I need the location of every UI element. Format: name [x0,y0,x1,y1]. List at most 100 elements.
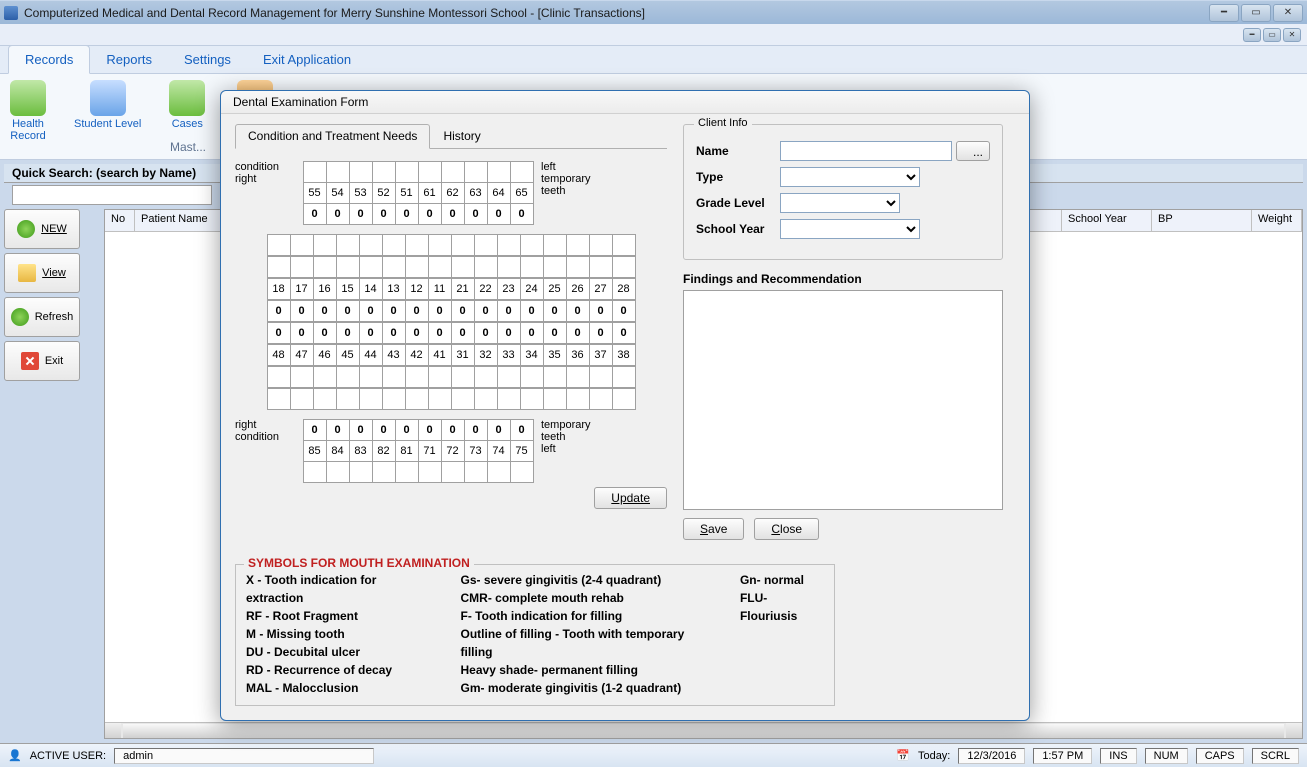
tooth-cell[interactable]: 0 [589,322,613,344]
tooth-cell-empty[interactable] [566,234,590,256]
tooth-cell[interactable]: 0 [510,419,534,441]
tooth-cell-empty[interactable] [451,388,475,410]
tooth-cell-empty[interactable] [267,256,291,278]
tooth-cell-empty[interactable] [566,388,590,410]
tooth-cell[interactable]: 0 [267,300,291,322]
child-close[interactable]: ✕ [1283,28,1301,42]
tooth-cell-empty[interactable] [267,388,291,410]
tooth-cell[interactable]: 0 [441,203,465,225]
tooth-cell-empty[interactable] [267,366,291,388]
tooth-cell[interactable]: 0 [520,300,544,322]
tooth-cell[interactable]: 0 [451,322,475,344]
close-modal-button[interactable]: Close [754,518,819,540]
maximize-button[interactable]: ▭ [1241,4,1271,22]
tooth-cell[interactable]: 0 [464,419,488,441]
type-select[interactable] [780,167,920,187]
tooth-cell[interactable]: 0 [487,203,511,225]
tooth-cell-empty[interactable] [451,366,475,388]
tooth-cell[interactable]: 0 [326,419,350,441]
tooth-cell-empty[interactable] [520,366,544,388]
tooth-cell-empty[interactable] [359,256,383,278]
tooth-cell[interactable]: 0 [428,300,452,322]
tooth-cell-empty[interactable] [395,161,419,183]
ribbon-health-record[interactable]: Health Record [10,80,46,155]
tooth-cell[interactable]: 0 [566,322,590,344]
tooth-cell-empty[interactable] [510,461,534,483]
tooth-cell[interactable]: 0 [290,322,314,344]
tooth-cell-empty[interactable] [441,461,465,483]
view-button[interactable]: View [4,253,80,293]
tooth-cell-empty[interactable] [428,234,452,256]
tooth-cell[interactable]: 0 [520,322,544,344]
new-button[interactable]: NEW [4,209,80,249]
tooth-cell-empty[interactable] [520,256,544,278]
tooth-cell-empty[interactable] [303,461,327,483]
tooth-cell-empty[interactable] [497,366,521,388]
tooth-cell-empty[interactable] [428,388,452,410]
tooth-cell[interactable]: 0 [395,203,419,225]
tooth-cell-empty[interactable] [612,388,636,410]
tooth-cell-empty[interactable] [543,234,567,256]
tooth-cell-empty[interactable] [405,234,429,256]
tab-condition[interactable]: Condition and Treatment Needs [235,124,430,149]
tooth-cell-empty[interactable] [267,234,291,256]
tooth-cell-empty[interactable] [336,388,360,410]
tooth-cell[interactable]: 0 [566,300,590,322]
tooth-cell-empty[interactable] [336,366,360,388]
tab-records[interactable]: Records [8,45,90,74]
tooth-cell-empty[interactable] [510,161,534,183]
tooth-cell-empty[interactable] [418,161,442,183]
th-weight[interactable]: Weight [1252,210,1302,231]
tooth-cell[interactable]: 0 [359,322,383,344]
tooth-cell[interactable]: 0 [543,322,567,344]
tooth-cell[interactable]: 0 [510,203,534,225]
tooth-cell[interactable]: 0 [441,419,465,441]
quick-search-input[interactable] [12,185,212,205]
tooth-cell[interactable]: 0 [326,203,350,225]
tooth-cell-empty[interactable] [589,366,613,388]
tooth-cell[interactable]: 0 [303,203,327,225]
tooth-cell-empty[interactable] [290,366,314,388]
tooth-cell-empty[interactable] [405,366,429,388]
tooth-cell[interactable]: 0 [313,300,337,322]
tooth-cell[interactable]: 0 [405,322,429,344]
tab-reports[interactable]: Reports [90,46,168,73]
tooth-cell-empty[interactable] [359,388,383,410]
tooth-cell[interactable]: 0 [290,300,314,322]
tooth-cell[interactable]: 0 [349,203,373,225]
th-bp[interactable]: BP [1152,210,1252,231]
tooth-cell-empty[interactable] [474,234,498,256]
tooth-cell-empty[interactable] [290,256,314,278]
tooth-cell-empty[interactable] [464,161,488,183]
tooth-cell[interactable]: 0 [497,300,521,322]
tooth-cell-empty[interactable] [543,388,567,410]
tooth-cell[interactable]: 0 [612,322,636,344]
tooth-cell[interactable]: 0 [336,322,360,344]
tooth-cell-empty[interactable] [303,161,327,183]
tooth-cell[interactable]: 0 [487,419,511,441]
tooth-cell[interactable]: 0 [359,300,383,322]
tooth-cell[interactable]: 0 [464,203,488,225]
close-button[interactable]: ✕ [1273,4,1303,22]
tooth-cell-empty[interactable] [405,256,429,278]
tooth-cell-empty[interactable] [474,256,498,278]
tooth-cell-empty[interactable] [428,256,452,278]
tooth-cell-empty[interactable] [612,256,636,278]
tooth-cell[interactable]: 0 [589,300,613,322]
tooth-cell[interactable]: 0 [474,300,498,322]
schoolyear-select[interactable] [780,219,920,239]
th-schoolyear[interactable]: School Year [1062,210,1152,231]
tooth-cell-empty[interactable] [395,461,419,483]
tooth-cell-empty[interactable] [290,234,314,256]
tooth-cell[interactable]: 0 [418,419,442,441]
tooth-cell-empty[interactable] [359,366,383,388]
tooth-cell-empty[interactable] [589,234,613,256]
tab-history[interactable]: History [430,124,493,148]
tooth-cell-empty[interactable] [612,366,636,388]
child-maximize[interactable]: ▭ [1263,28,1281,42]
tooth-cell-empty[interactable] [487,461,511,483]
tooth-cell-empty[interactable] [313,366,337,388]
tooth-cell-empty[interactable] [543,256,567,278]
tooth-cell-empty[interactable] [349,161,373,183]
save-button[interactable]: Save [683,518,744,540]
